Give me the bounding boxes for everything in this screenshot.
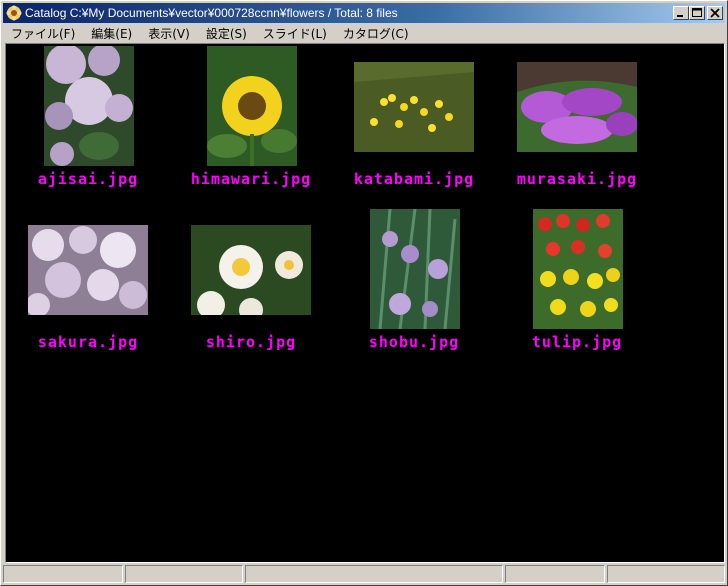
minimize-button[interactable] bbox=[673, 6, 689, 20]
status-panel bbox=[125, 565, 243, 583]
minimize-icon bbox=[677, 15, 683, 17]
thumbnail-area[interactable]: ajisai.jpg himawari.jpg katabami.jpg mur… bbox=[5, 43, 725, 563]
thumbnail-caption: shiro.jpg bbox=[205, 333, 297, 351]
thumbnail-caption: sakura.jpg bbox=[37, 333, 139, 351]
maximize-button[interactable] bbox=[689, 6, 705, 20]
thumbnail-item[interactable]: murasaki.jpg bbox=[497, 46, 657, 196]
thumbnail-caption: ajisai.jpg bbox=[37, 170, 139, 188]
thumbnail-caption: shobu.jpg bbox=[368, 333, 460, 351]
maximize-icon bbox=[692, 8, 702, 17]
purple-flowers-photo[interactable] bbox=[517, 62, 637, 152]
menu-view[interactable]: 表示(V) bbox=[148, 25, 190, 42]
menu-slide[interactable]: スライド(L) bbox=[263, 25, 327, 42]
iris-photo[interactable] bbox=[370, 209, 460, 329]
status-panel bbox=[245, 565, 503, 583]
menu-catalog[interactable]: カタログ(C) bbox=[343, 25, 409, 42]
cherry-blossom-photo[interactable] bbox=[28, 225, 148, 315]
thumbnail-caption: himawari.jpg bbox=[190, 170, 312, 188]
catalog-window: Catalog C:¥My Documents¥vector¥000728ccn… bbox=[0, 0, 728, 586]
status-bar bbox=[3, 565, 725, 585]
menu-edit[interactable]: 編集(E) bbox=[91, 25, 132, 42]
thumbnail-item[interactable]: shobu.jpg bbox=[334, 209, 494, 359]
thumbnail-item[interactable]: ajisai.jpg bbox=[8, 46, 168, 196]
hydrangea-photo[interactable] bbox=[44, 46, 134, 166]
thumbnail-caption: tulip.jpg bbox=[531, 333, 623, 351]
window-title: Catalog C:¥My Documents¥vector¥000728ccn… bbox=[25, 6, 398, 20]
tulip-photo[interactable] bbox=[533, 209, 623, 329]
yellow-wildflowers-photo[interactable] bbox=[354, 62, 474, 152]
thumbnail-item[interactable]: himawari.jpg bbox=[171, 46, 331, 196]
thumbnail-caption: katabami.jpg bbox=[353, 170, 475, 188]
thumbnail-caption: murasaki.jpg bbox=[516, 170, 638, 188]
menu-file[interactable]: ファイル(F) bbox=[11, 25, 75, 42]
title-bar[interactable]: Catalog C:¥My Documents¥vector¥000728ccn… bbox=[3, 3, 725, 23]
close-icon bbox=[710, 8, 720, 18]
sunflower-photo[interactable] bbox=[207, 46, 297, 166]
menu-bar: ファイル(F) 編集(E) 表示(V) 設定(S) スライド(L) カタログ(C… bbox=[3, 23, 725, 43]
status-panel bbox=[607, 565, 725, 583]
daffodil-photo[interactable] bbox=[191, 225, 311, 315]
thumbnail-item[interactable]: tulip.jpg bbox=[497, 209, 657, 359]
status-panel bbox=[505, 565, 605, 583]
thumbnail-item[interactable]: shiro.jpg bbox=[171, 209, 331, 359]
close-button[interactable] bbox=[707, 6, 723, 20]
flower-app-icon bbox=[6, 5, 22, 21]
thumbnail-item[interactable]: katabami.jpg bbox=[334, 46, 494, 196]
status-panel bbox=[3, 565, 123, 583]
menu-settings[interactable]: 設定(S) bbox=[206, 25, 247, 42]
thumbnail-item[interactable]: sakura.jpg bbox=[8, 209, 168, 359]
